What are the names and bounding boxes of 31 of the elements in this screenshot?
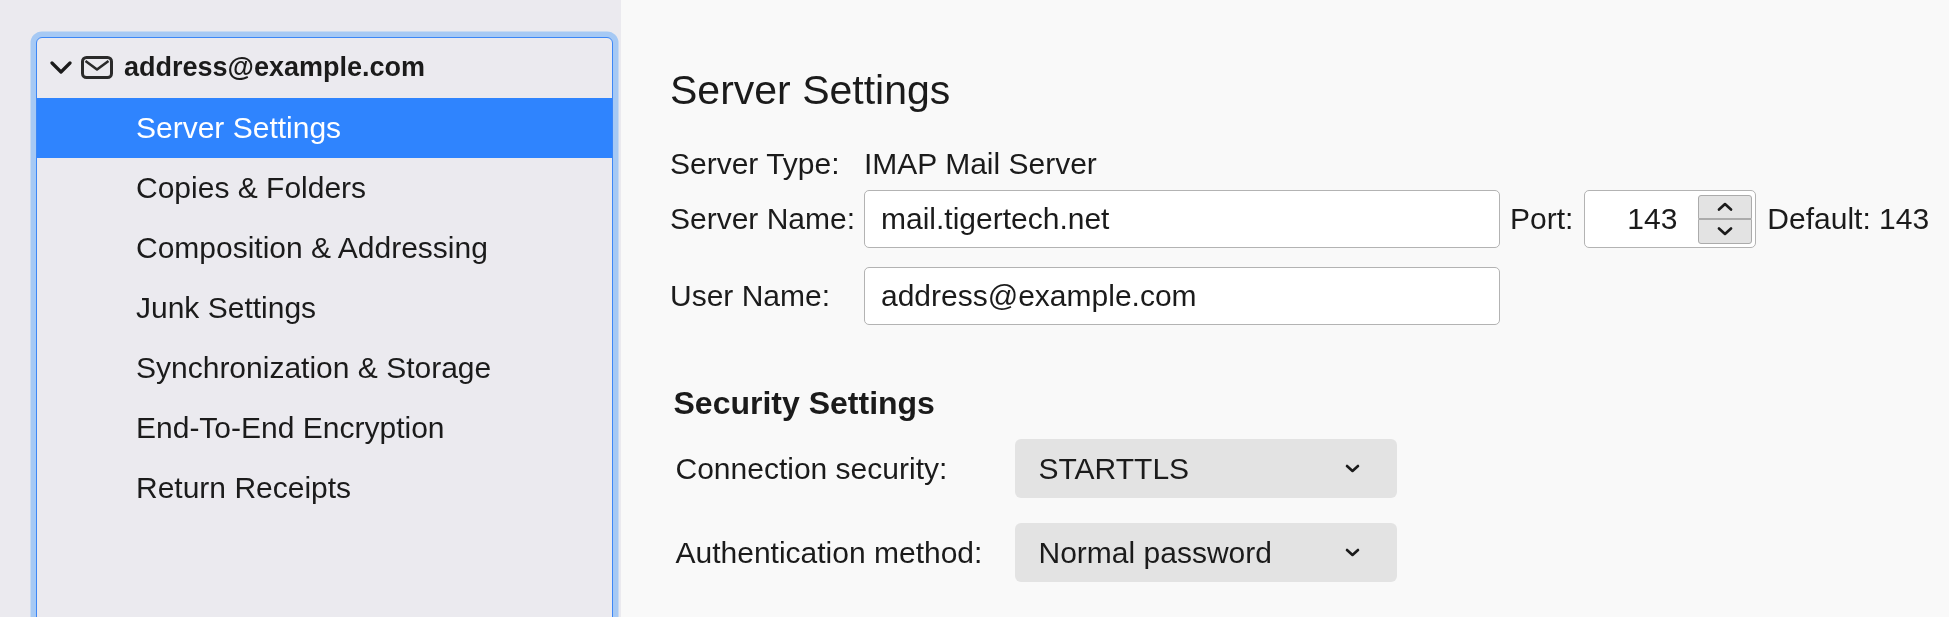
user-name-field[interactable]: address@example.com: [864, 267, 1500, 325]
sidebar-item[interactable]: End-To-End Encryption: [37, 397, 612, 458]
default-port-text: Default: 143: [1767, 202, 1930, 236]
sidebar-item[interactable]: Server Settings: [37, 97, 612, 158]
sidebar-item[interactable]: Copies & Folders: [37, 157, 612, 218]
field-label: Authentication method:: [675, 535, 984, 570]
decrement-button[interactable]: [1698, 219, 1753, 244]
chevron-down-icon[interactable]: [50, 61, 72, 75]
chevron-down-icon: [1717, 226, 1734, 236]
field-label: Port:: [1510, 202, 1574, 236]
sidebar-item[interactable]: Composition & Addressing: [37, 217, 612, 278]
chevron-up-icon: [1717, 202, 1734, 212]
increment-button[interactable]: [1698, 194, 1753, 219]
page-title: Server Settings: [670, 66, 952, 115]
server-type-value: IMAP Mail Server: [864, 147, 1097, 181]
field-label: User Name:: [670, 279, 832, 313]
field-label: Connection security:: [675, 451, 949, 486]
dropdown[interactable]: STARTTLS: [1014, 439, 1397, 498]
dropdown[interactable]: Normal password: [1014, 523, 1397, 582]
chevron-down-icon: [1344, 464, 1360, 473]
port-field[interactable]: 143: [1584, 190, 1757, 248]
envelope-icon: [81, 56, 113, 80]
sidebar-item[interactable]: Return Receipts: [37, 457, 612, 518]
field-label: Server Type:: [670, 147, 841, 181]
server-name-field[interactable]: mail.tigertech.net: [864, 190, 1500, 248]
section-heading: Security Settings: [673, 384, 936, 422]
field-label: Server Name:: [670, 202, 857, 236]
chevron-down-icon: [1344, 548, 1360, 557]
account-name[interactable]: address@example.com: [124, 52, 425, 84]
sidebar-item[interactable]: Synchronization & Storage: [37, 337, 612, 398]
sidebar-item[interactable]: Junk Settings: [37, 277, 612, 338]
